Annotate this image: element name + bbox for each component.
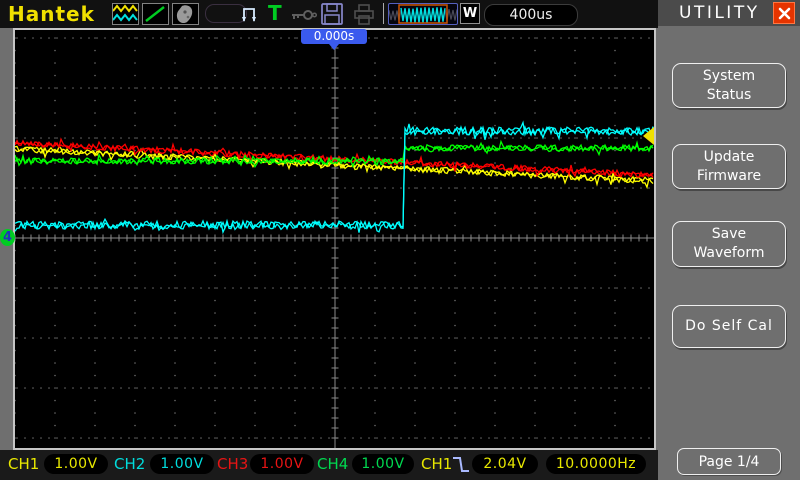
ch4-scale-readout[interactable]: 1.00V: [352, 454, 414, 474]
hantek-logo: Hantek: [8, 2, 95, 26]
channel4-position-marker[interactable]: 4: [0, 229, 15, 246]
falling-edge-icon: [452, 453, 470, 479]
ch3-scale-readout[interactable]: 1.00V: [250, 454, 314, 474]
window-zoom-icon[interactable]: W: [460, 3, 480, 24]
save-waveform-button[interactable]: Save Waveform: [672, 221, 786, 267]
waveform-display: [13, 28, 656, 450]
waveform-preview-strip[interactable]: [388, 3, 458, 25]
utility-menu-panel: UTILITY System Status Update Firmware Sa…: [658, 0, 800, 480]
vector-draw-icon[interactable]: [142, 3, 169, 25]
trigger-type-label: T: [268, 1, 282, 25]
timebase-readout[interactable]: 400us: [484, 4, 578, 26]
hand-icon[interactable]: [172, 3, 199, 25]
ch4-label[interactable]: CH4: [317, 455, 348, 473]
pulse-trigger-icon: [240, 3, 262, 29]
oscilloscope-app: Hantek T W 400us UTILITY System Status U…: [0, 0, 800, 480]
trigger-level-arrow[interactable]: [643, 127, 654, 145]
trigger-position-tag[interactable]: 0.000s: [301, 29, 367, 50]
top-toolbar: Hantek T W 400us: [0, 0, 658, 28]
ch2-scale-readout[interactable]: 1.00V: [150, 454, 214, 474]
close-x-icon: [778, 7, 790, 19]
graticule-and-traces: [14, 30, 654, 452]
toolbar-divider: [383, 3, 384, 24]
ch3-label[interactable]: CH3: [217, 455, 248, 473]
print-icon[interactable]: [352, 3, 376, 29]
page-indicator-button[interactable]: Page 1/4: [677, 448, 781, 475]
system-status-button[interactable]: System Status: [672, 63, 786, 108]
ch1-label[interactable]: CH1: [8, 455, 39, 473]
trigger-frequency-readout[interactable]: 10.0000Hz: [546, 454, 646, 474]
do-self-cal-button[interactable]: Do Self Cal: [672, 305, 786, 348]
menu-header: UTILITY: [658, 0, 800, 26]
waveform-display-icon[interactable]: [112, 3, 139, 25]
trigger-source-label[interactable]: CH1: [421, 455, 452, 473]
ch2-label[interactable]: CH2: [114, 455, 145, 473]
trigger-level-readout[interactable]: 2.04V: [472, 454, 538, 474]
update-firmware-button[interactable]: Update Firmware: [672, 144, 786, 189]
status-bar: CH1 1.00V CH2 1.00V CH3 1.00V CH4 1.00V …: [0, 450, 658, 480]
save-floppy-icon[interactable]: [320, 3, 344, 29]
ch1-scale-readout[interactable]: 1.00V: [44, 454, 108, 474]
menu-title: UTILITY: [679, 3, 760, 23]
close-button[interactable]: [773, 2, 795, 24]
key-lock-icon[interactable]: [290, 7, 318, 26]
